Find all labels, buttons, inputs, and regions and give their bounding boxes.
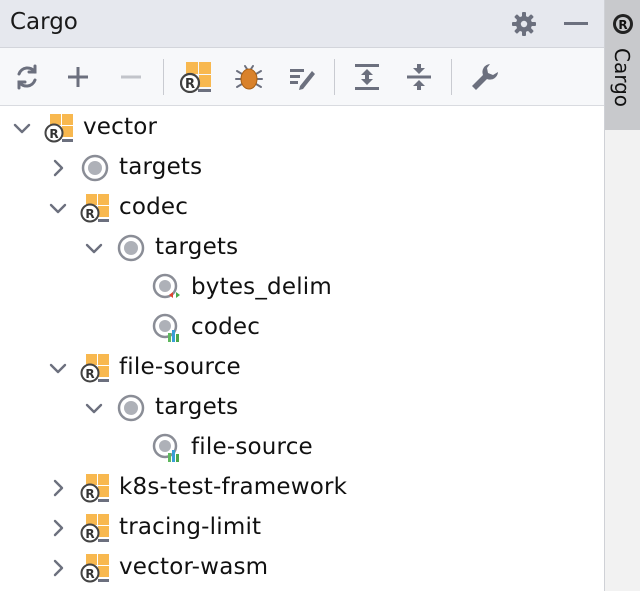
cargo-crate-icon: R <box>80 553 110 583</box>
tree-row[interactable]: targets <box>0 388 604 428</box>
minimize-icon[interactable] <box>561 9 591 39</box>
tool-window-title: Cargo <box>10 9 78 35</box>
svg-text:R: R <box>49 127 58 141</box>
toolbar-separator <box>334 59 335 95</box>
collapse-all-icon[interactable] <box>403 61 435 93</box>
svg-text:R: R <box>618 18 627 32</box>
tree-row[interactable]: R vector-wasm <box>0 548 604 588</box>
chevron-right-icon[interactable] <box>46 516 70 540</box>
cargo-crate-icon: R <box>80 353 110 383</box>
tree-row[interactable]: targets <box>0 148 604 188</box>
tree-row[interactable]: codec <box>0 308 604 348</box>
cargo-crate-icon: R <box>80 193 110 223</box>
tree-row[interactable]: R file-source <box>0 348 604 388</box>
targets-icon <box>80 153 110 183</box>
rust-icon: R <box>611 12 635 36</box>
tree-node-label: file-source <box>119 354 241 380</box>
tree-node-label: codec <box>119 194 189 220</box>
tree-row[interactable]: bytes_delim <box>0 268 604 308</box>
tree-node-label: targets <box>155 394 239 420</box>
chevron-right-icon[interactable] <box>46 556 70 580</box>
chevron-right-icon[interactable] <box>46 156 70 180</box>
right-tool-window-bar: R Cargo <box>604 0 640 591</box>
tree-node-label: k8s-test-framework <box>119 474 348 500</box>
chevron-down-icon[interactable] <box>46 196 70 220</box>
chevron-down-icon[interactable] <box>82 236 106 260</box>
cargo-crate-icon: R <box>80 473 110 503</box>
targets-icon <box>116 393 146 423</box>
tree-node-label: targets <box>119 154 203 180</box>
cargo-crate-icon[interactable]: R <box>179 61 212 94</box>
targets-icon <box>116 233 146 263</box>
cargo-toolbar: R <box>0 48 604 106</box>
svg-text:R: R <box>85 367 94 381</box>
chevron-down-icon[interactable] <box>10 116 34 140</box>
tree-row[interactable]: targets <box>0 228 604 268</box>
cargo-tool-window: Cargo R R vector targets R codec targets… <box>0 0 604 591</box>
plus-icon[interactable] <box>62 61 94 93</box>
wrench-icon[interactable] <box>469 61 501 93</box>
minus-icon[interactable] <box>115 61 147 93</box>
edit-icon[interactable] <box>286 61 318 93</box>
bug-icon[interactable] <box>233 61 265 93</box>
tool-window-header: Cargo <box>0 0 604 48</box>
tree-row[interactable]: R vector <box>0 108 604 148</box>
tree-node-label: targets <box>155 234 239 260</box>
side-tab-label: Cargo <box>610 48 634 108</box>
svg-text:R: R <box>85 567 94 581</box>
tree-node-label: tracing-limit <box>119 514 262 540</box>
library-target-icon <box>152 433 182 463</box>
chevron-down-icon[interactable] <box>46 356 70 380</box>
chevron-right-icon[interactable] <box>46 476 70 500</box>
tree-row[interactable]: file-source <box>0 428 604 468</box>
tree-node-label: vector-wasm <box>119 554 269 580</box>
tree-node-label: codec <box>191 314 261 340</box>
svg-text:R: R <box>185 77 195 92</box>
gear-icon[interactable] <box>509 9 539 39</box>
tree-row[interactable]: R tracing-limit <box>0 508 604 548</box>
chevron-down-icon[interactable] <box>82 396 106 420</box>
svg-text:R: R <box>85 487 94 501</box>
tree-node-label: vector <box>83 114 158 140</box>
svg-text:R: R <box>85 207 94 221</box>
tree-node-label: file-source <box>191 434 313 460</box>
expand-all-icon[interactable] <box>351 61 383 93</box>
refresh-icon[interactable] <box>11 61 43 93</box>
cargo-side-tab[interactable]: R Cargo <box>605 0 640 130</box>
toolbar-separator <box>451 59 452 95</box>
tree-row[interactable]: R codec <box>0 188 604 228</box>
tree-node-label: bytes_delim <box>191 274 332 300</box>
tree-row[interactable]: R k8s-test-framework <box>0 468 604 508</box>
toolbar-separator <box>163 59 164 95</box>
binary-target-icon <box>152 273 182 303</box>
svg-text:R: R <box>85 527 94 541</box>
library-target-icon <box>152 313 182 343</box>
cargo-crate-icon: R <box>80 513 110 543</box>
cargo-crate-icon: R <box>44 113 74 143</box>
